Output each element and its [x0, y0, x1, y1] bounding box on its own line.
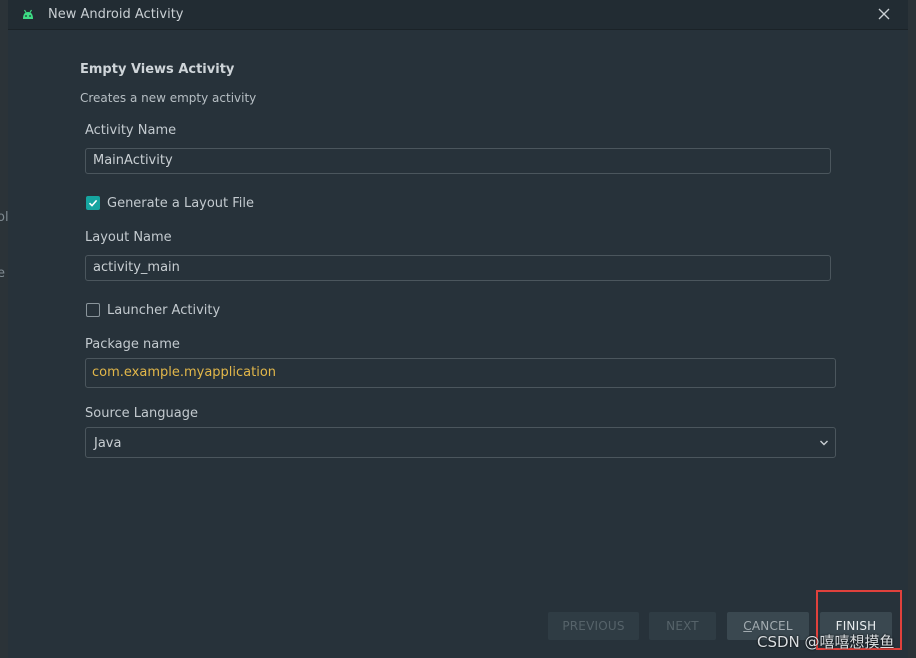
source-language-value: Java [94, 436, 122, 451]
generate-layout-checkbox[interactable]: Generate a Layout File [86, 194, 254, 212]
activity-name-label: Activity Name [85, 123, 177, 138]
layout-name-label: Layout Name [85, 230, 172, 245]
cancel-mnemonic: C [743, 619, 752, 633]
template-heading: Empty Views Activity [80, 62, 235, 77]
package-name-label: Package name [85, 337, 180, 352]
template-description: Creates a new empty activity [80, 91, 257, 105]
new-android-activity-dialog: New Android Activity Empty Views Activit… [8, 0, 908, 658]
close-icon[interactable] [874, 4, 894, 24]
launcher-activity-label: Launcher Activity [107, 302, 221, 318]
next-button[interactable]: NEXT [649, 612, 716, 640]
package-name-field[interactable]: com.example.myapplication [85, 358, 836, 388]
layout-name-field[interactable]: activity_main [85, 255, 831, 281]
checkbox-checked-icon[interactable] [86, 196, 100, 210]
chevron-down-icon [820, 440, 828, 446]
launcher-activity-checkbox[interactable]: Launcher Activity [86, 301, 220, 319]
previous-button[interactable]: PREVIOUS [548, 612, 639, 640]
csdn-watermark: CSDN @嘻嘻想摸鱼 [757, 633, 895, 651]
activity-name-field[interactable]: MainActivity [85, 148, 831, 174]
dialog-title: New Android Activity [48, 7, 184, 22]
generate-layout-label: Generate a Layout File [107, 195, 255, 211]
backdrop-text-2: e [0, 266, 5, 281]
dialog-titlebar: New Android Activity [8, 0, 908, 30]
checkbox-unchecked-icon[interactable] [86, 303, 100, 317]
android-icon [23, 9, 33, 19]
source-language-label: Source Language [85, 406, 198, 421]
source-language-select[interactable]: Java [85, 427, 836, 458]
